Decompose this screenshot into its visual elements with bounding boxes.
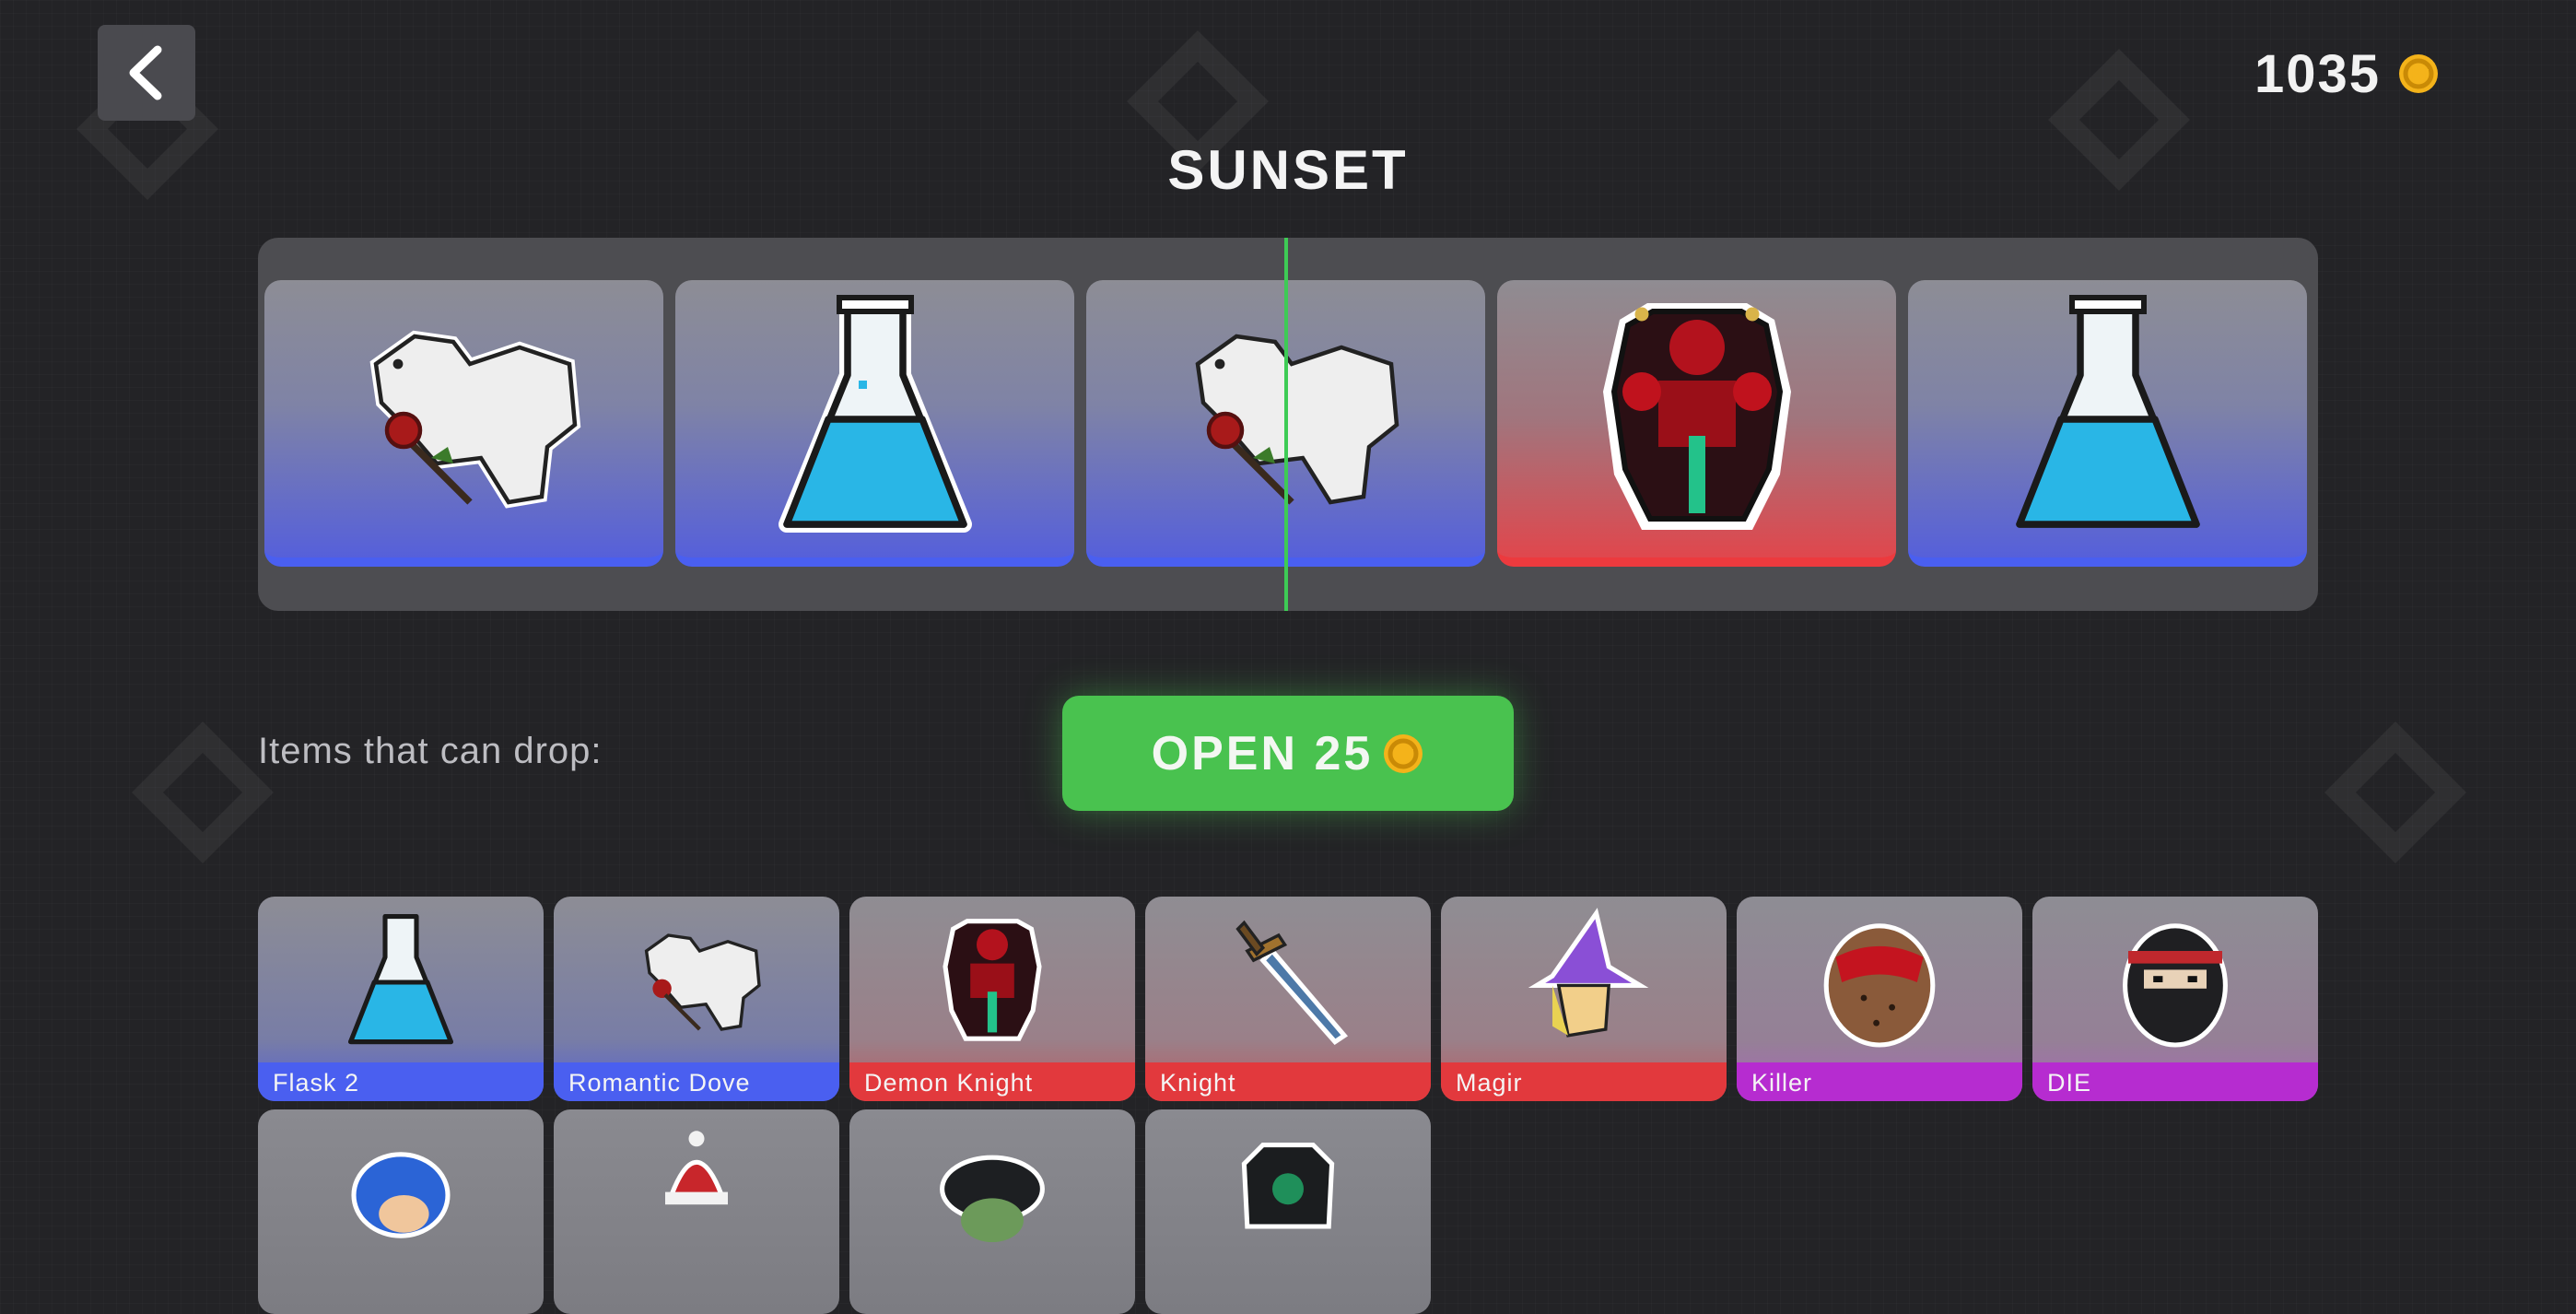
- demon-knight-armor-icon: [943, 919, 1042, 1041]
- coin-balance: 1035: [2254, 41, 2440, 107]
- blue-flask-icon: [348, 914, 453, 1045]
- blue-flask-icon: [2015, 294, 2200, 528]
- drop-item[interactable]: [849, 1109, 1135, 1314]
- reel-card: [675, 280, 1074, 567]
- reel-card: [264, 280, 663, 567]
- gold-coin-icon: [2397, 53, 2440, 95]
- items-drop-label: Items that can drop:: [258, 731, 603, 771]
- bloody-mask-icon: [1823, 923, 1936, 1048]
- chevron-left-icon: [129, 45, 162, 100]
- reel-center-marker: [1284, 238, 1288, 611]
- drop-item-romantic-dove[interactable]: Romantic Dove: [554, 897, 839, 1101]
- demon-knight-armor-icon: [1602, 302, 1791, 530]
- dove-with-rose-icon: [644, 933, 761, 1031]
- case-title: SUNSET: [1167, 139, 1409, 201]
- background-logo-icon: [132, 722, 274, 863]
- reel-card: [1908, 280, 2307, 567]
- dark-hair-head-icon: [940, 1155, 1045, 1242]
- coin-amount: 1035: [2254, 43, 2381, 104]
- dove-with-rose-icon: [369, 330, 580, 509]
- drop-item[interactable]: [258, 1109, 544, 1314]
- item-name: Magir: [1456, 1069, 1523, 1097]
- drop-item-flask-2[interactable]: Flask 2: [258, 897, 544, 1101]
- open-case-button[interactable]: OPEN 25: [1062, 696, 1514, 811]
- open-button-label: OPEN 25: [1151, 726, 1374, 780]
- wizard-hat-icon: [1528, 908, 1649, 1038]
- drop-item[interactable]: [1145, 1109, 1431, 1314]
- ninja-mask-icon: [2123, 923, 2228, 1048]
- item-name: Knight: [1160, 1069, 1236, 1097]
- blue-hair-head-icon: [351, 1152, 451, 1238]
- gold-coin-icon: [1382, 733, 1424, 775]
- item-name: Flask 2: [273, 1069, 360, 1097]
- reel-strip: [258, 238, 2318, 611]
- green-eyed-helmet-icon: [1241, 1143, 1335, 1229]
- back-button[interactable]: [98, 25, 195, 121]
- item-name: Romantic Dove: [568, 1069, 751, 1097]
- drop-item-killer[interactable]: Killer: [1737, 897, 2022, 1101]
- drop-item-knight[interactable]: Knight: [1145, 897, 1431, 1101]
- item-name: Killer: [1751, 1069, 1813, 1097]
- sword-icon: [1235, 920, 1349, 1045]
- blue-flask-icon: [778, 294, 972, 533]
- santa-hat-icon: [665, 1131, 728, 1205]
- drop-item[interactable]: [554, 1109, 839, 1314]
- reel-card: [1497, 280, 1896, 567]
- item-name: DIE: [2047, 1069, 2092, 1097]
- background-logo-icon: [2324, 722, 2466, 863]
- drop-item-die[interactable]: DIE: [2032, 897, 2318, 1101]
- drop-item-magir[interactable]: Magir: [1441, 897, 1727, 1101]
- drop-item-demon-knight[interactable]: Demon Knight: [849, 897, 1135, 1101]
- item-name: Demon Knight: [864, 1069, 1034, 1097]
